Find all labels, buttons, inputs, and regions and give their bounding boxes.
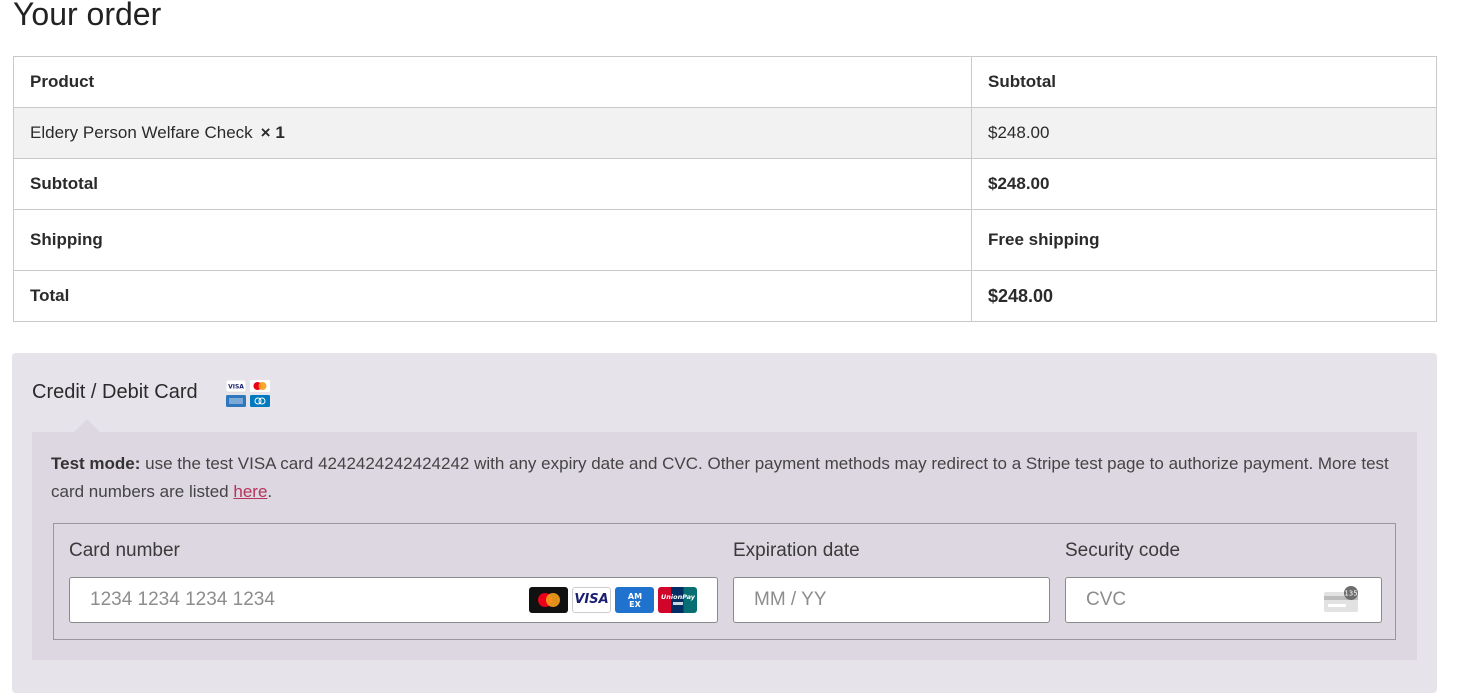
total-value: $248.00 [971, 270, 1437, 322]
product-name: Eldery Person Welfare Check [30, 123, 253, 142]
expiry-placeholder: MM / YY [754, 589, 827, 610]
order-table: Product Subtotal Eldery Person Welfare C… [13, 56, 1437, 322]
shipping-value: Free shipping [971, 209, 1437, 271]
header-product: Product [13, 56, 972, 108]
mastercard-icon [529, 587, 568, 613]
expiry-input[interactable]: MM / YY [733, 577, 1050, 623]
svg-text:VISA: VISA [228, 384, 244, 391]
subtotal-row: Subtotal $248.00 [13, 158, 1437, 210]
payment-method-label[interactable]: Credit / Debit Card [32, 381, 198, 404]
cvc-icon-text: 135 [1344, 590, 1357, 598]
test-mode-label: Test mode: [51, 454, 141, 473]
svg-text:UnionPay: UnionPay [661, 593, 695, 601]
cvc-placeholder: CVC [1086, 589, 1127, 610]
security-code-input[interactable]: CVC 135 [1065, 577, 1382, 623]
card-number-placeholder: 1234 1234 1234 1234 [90, 589, 275, 610]
amex-icon: AM EX [615, 587, 654, 613]
product-quantity: × 1 [260, 123, 285, 142]
mastercard-icon [250, 380, 270, 392]
expiry-label: Expiration date [733, 540, 860, 561]
card-form: Card number 1234 1234 1234 1234 VISA AM E… [53, 523, 1396, 640]
test-cards-link[interactable]: here [233, 482, 267, 501]
table-row: Eldery Person Welfare Check × 1 $248.00 [13, 107, 1437, 159]
cvc-card-icon: 135 [1324, 586, 1358, 612]
total-label: Total [13, 270, 972, 322]
product-price: $248.00 [971, 107, 1437, 159]
diners-icon [250, 395, 270, 407]
shipping-label: Shipping [13, 209, 972, 271]
stripe-payment-box: Test mode: use the test VISA card 424242… [32, 419, 1417, 660]
product-cell: Eldery Person Welfare Check × 1 [13, 107, 972, 159]
header-subtotal: Subtotal [971, 56, 1437, 108]
total-row: Total $248.00 [13, 270, 1437, 322]
accepted-cards-icon: VISA [226, 380, 270, 407]
test-mode-suffix: . [267, 482, 273, 501]
visa-icon: VISA [226, 380, 247, 393]
card-number-input[interactable]: 1234 1234 1234 1234 VISA AM EX UnionPay [69, 577, 718, 623]
subtotal-label: Subtotal [13, 158, 972, 210]
table-header-row: Product Subtotal [13, 56, 1437, 108]
test-mode-note: Test mode: use the test VISA card 424242… [51, 450, 1391, 506]
page-title: Your order [13, 0, 162, 32]
shipping-row: Shipping Free shipping [13, 209, 1437, 271]
security-code-label: Security code [1065, 540, 1181, 561]
subtotal-value: $248.00 [971, 158, 1437, 210]
payment-methods: Credit / Debit Card VISA Test mode: use … [12, 353, 1437, 693]
card-number-label: Card number [69, 540, 180, 561]
svg-text:EX: EX [629, 600, 641, 609]
visa-icon: VISA [572, 587, 611, 613]
amex-icon [226, 395, 246, 407]
unionpay-icon: UnionPay [658, 587, 697, 613]
